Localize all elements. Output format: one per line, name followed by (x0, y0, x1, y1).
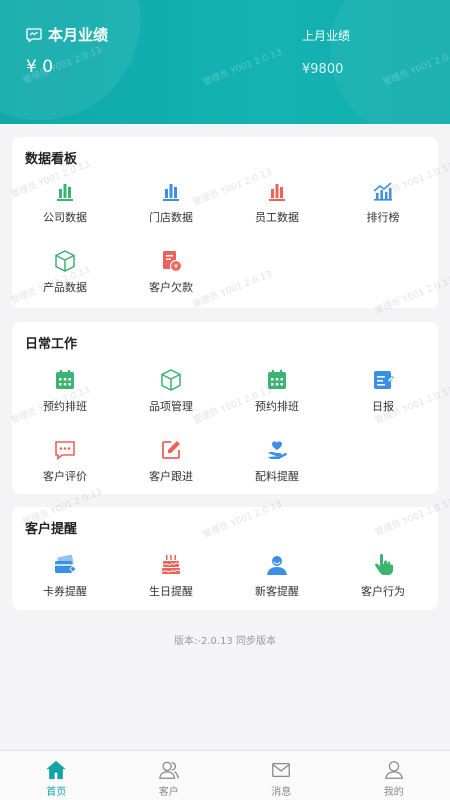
item-label: 公司数据 (43, 211, 87, 224)
mail-icon (272, 762, 291, 778)
reminder-item-birthday[interactable]: 生日提醒 (118, 553, 224, 599)
pointer-hand-icon (375, 554, 394, 575)
daily-item-customer-followup[interactable]: 客户跟进 (118, 438, 224, 484)
tab-label: 消息 (271, 787, 292, 798)
trend-chart-icon (373, 182, 392, 201)
profile-icon (384, 761, 403, 779)
tab-customers[interactable]: 客户 (113, 751, 226, 800)
hand-heart-icon (268, 441, 287, 459)
chat-bubble-icon (26, 27, 42, 42)
debt-document-icon: ¥ (163, 251, 183, 273)
home-icon (46, 760, 66, 780)
daily-work-title: 日常工作 (25, 337, 78, 352)
item-label: 客户跟进 (149, 470, 193, 483)
dashboard-item-product-data[interactable]: 产品数据 (12, 249, 118, 295)
daily-item-appointment-schedule[interactable]: 预约排班 (12, 368, 118, 414)
svg-text:¥: ¥ (174, 263, 179, 271)
daily-work-card: 日常工作 预约排班 品项管理 预约排班 日报 客户评价 客户跟进 配料提醒 (12, 322, 438, 494)
item-label: 客户评价 (43, 470, 87, 483)
tab-profile[interactable]: 我的 (338, 751, 450, 800)
bar-chart-blue-icon (163, 184, 179, 201)
bar-chart-red-icon (269, 184, 285, 201)
reminder-item-card-coupon[interactable]: 卡券提醒 (12, 553, 118, 599)
dashboard-title: 数据看板 (25, 152, 78, 167)
new-user-icon (267, 556, 287, 575)
report-edit-icon (374, 371, 394, 389)
bottom-tab-bar: 首页 客户 消息 我的 (0, 750, 450, 800)
item-label: 生日提醒 (149, 585, 193, 598)
reminder-item-customer-behavior[interactable]: 客户行为 (330, 553, 436, 599)
item-label: 日报 (372, 400, 394, 413)
box-icon (55, 250, 75, 272)
comment-icon (55, 441, 75, 461)
tab-messages[interactable]: 消息 (225, 751, 338, 800)
item-label: 客户行为 (361, 585, 405, 598)
customer-reminders-title: 客户提醒 (25, 522, 78, 537)
performance-header: 本月业绩 ¥ 0 上月业绩 ¥9800 管理员 Y001 2.0.13 管理员 … (0, 0, 450, 124)
last-month-value: ¥9800 (302, 62, 344, 77)
dashboard-item-customer-debt[interactable]: ¥ 客户欠款 (118, 249, 224, 295)
tab-label: 客户 (158, 787, 179, 798)
daily-item-daily-report[interactable]: 日报 (330, 368, 436, 414)
watermark: 管理员 Y001 2.0.13 (201, 47, 284, 89)
tab-label: 首页 (46, 787, 67, 798)
version-text: 版本:-2.0.13 同步版本 (174, 636, 276, 647)
tab-label: 我的 (383, 787, 404, 798)
card-icon (55, 554, 77, 573)
daily-item-appointment-schedule-2[interactable]: 预约排班 (224, 368, 330, 414)
item-label: 预约排班 (255, 400, 299, 413)
last-month-performance[interactable]: 上月业绩 ¥9800 (302, 27, 350, 77)
dashboard-item-staff-data[interactable]: 员工数据 (224, 179, 330, 225)
daily-item-customer-review[interactable]: 客户评价 (12, 438, 118, 484)
dashboard-item-company-data[interactable]: 公司数据 (12, 179, 118, 225)
box-icon (161, 369, 181, 391)
reminder-item-new-customer[interactable]: 新客提醒 (224, 553, 330, 599)
item-label: 新客提醒 (255, 585, 299, 598)
calendar-icon (268, 370, 286, 389)
item-label: 客户欠款 (149, 281, 193, 294)
item-label: 员工数据 (255, 211, 299, 224)
daily-item-product-management[interactable]: 品项管理 (118, 368, 224, 414)
item-label: 品项管理 (149, 400, 193, 413)
dashboard-item-ranking[interactable]: 排行榜 (330, 179, 436, 225)
cake-icon (161, 555, 181, 574)
bar-chart-green-icon (57, 184, 73, 201)
tab-home[interactable]: 首页 (0, 751, 113, 800)
edit-icon (162, 441, 180, 459)
calendar-icon (56, 370, 74, 389)
this-month-label: 本月业绩 (48, 26, 109, 44)
item-label: 排行榜 (366, 211, 400, 224)
item-label: 预约排班 (43, 400, 87, 413)
item-label: 配料提醒 (255, 470, 299, 483)
last-month-label: 上月业绩 (302, 29, 351, 43)
item-label: 卡券提醒 (43, 585, 87, 598)
customer-reminders-card: 客户提醒 卡券提醒 生日提醒 新客提醒 客户行为 (12, 507, 438, 610)
daily-item-ingredient-reminder[interactable]: 配料提醒 (224, 438, 330, 484)
dashboard-item-store-data[interactable]: 门店数据 (118, 179, 224, 225)
dashboard-card: 数据看板 公司数据 门店数据 员工数据 排行榜 产品数据 ¥ 客户欠款 (12, 137, 438, 308)
item-label: 门店数据 (149, 211, 193, 224)
customers-icon (158, 761, 179, 779)
item-label: 产品数据 (43, 281, 87, 294)
